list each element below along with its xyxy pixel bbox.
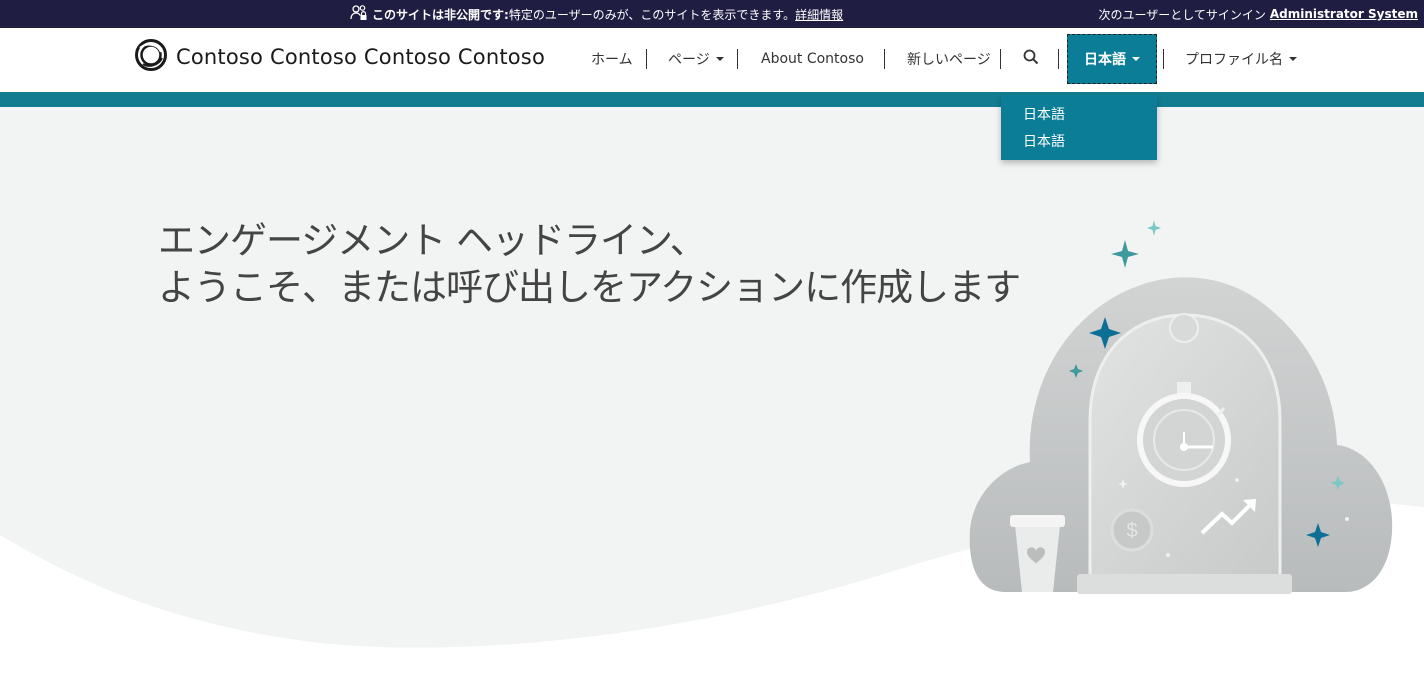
private-site-banner: このサイトは非公開です: 特定のユーザーのみが、このサイトを表示できます。 詳細…: [0, 0, 1424, 28]
caret-down-icon: [1132, 57, 1140, 61]
language-dropdown-menu: 日本語 日本語: [1001, 95, 1157, 160]
caret-down-icon: [715, 57, 724, 61]
site-header: Contoso Contoso Contoso Contoso ホーム ページ …: [0, 28, 1424, 92]
hero-headline-line1: エンゲージメント ヘッドライン、: [158, 219, 707, 262]
hero-illustration: $: [969, 220, 1393, 594]
nav-divider: [1058, 49, 1059, 69]
site-brand[interactable]: Contoso Contoso Contoso Contoso: [134, 38, 545, 76]
profile-dropdown[interactable]: プロファイル名: [1185, 47, 1297, 71]
signin-label: 次のユーザーとしてサインイン: [1098, 7, 1266, 22]
header-accent-stripe: [0, 92, 1424, 107]
language-label: 日本語: [1084, 52, 1126, 68]
nav-divider: [1000, 49, 1001, 69]
contoso-logo-icon: [134, 38, 168, 76]
site-title: Contoso Contoso Contoso Contoso: [176, 45, 545, 69]
notice-title: このサイトは非公開です:: [372, 7, 509, 22]
language-option[interactable]: 日本語: [1023, 131, 1065, 151]
hero-headline-line2: ようこそ、または呼び出しをアクションに作成します: [158, 266, 1021, 309]
dollar-coin-icon: $: [1126, 520, 1137, 542]
private-site-notice: このサイトは非公開です: 特定のユーザーのみが、このサイトを表示できます。 詳細…: [350, 0, 843, 28]
nav-divider: [737, 49, 738, 69]
language-dropdown-toggle[interactable]: 日本語: [1067, 34, 1157, 84]
nav-pages-dropdown[interactable]: ページ: [668, 47, 724, 71]
nav-divider: [646, 49, 647, 69]
notice-learn-more-link[interactable]: 詳細情報: [795, 6, 843, 23]
search-button[interactable]: [1023, 47, 1039, 71]
nav-about[interactable]: About Contoso: [761, 47, 864, 71]
users-lock-icon: [350, 4, 368, 24]
nav-home[interactable]: ホーム: [591, 47, 633, 71]
profile-name: プロファイル名: [1185, 52, 1283, 68]
nav-new-page[interactable]: 新しいページ: [907, 47, 991, 71]
nav-divider: [1163, 49, 1164, 69]
hero-headline: エンゲージメント ヘッドライン、 ようこそ、または呼び出しをアクションに作成しま…: [158, 217, 1021, 311]
language-option[interactable]: 日本語: [1023, 104, 1065, 124]
search-icon: [1023, 49, 1039, 69]
signed-in-as: 次のユーザーとしてサインイン Administrator System: [1098, 0, 1418, 28]
caret-down-icon: [1289, 57, 1297, 61]
nav-divider: [884, 49, 885, 69]
nav-pages-label: ページ: [668, 52, 710, 68]
signed-in-user-link[interactable]: Administrator System: [1270, 7, 1418, 21]
notice-text: 特定のユーザーのみが、このサイトを表示できます。: [508, 7, 796, 22]
